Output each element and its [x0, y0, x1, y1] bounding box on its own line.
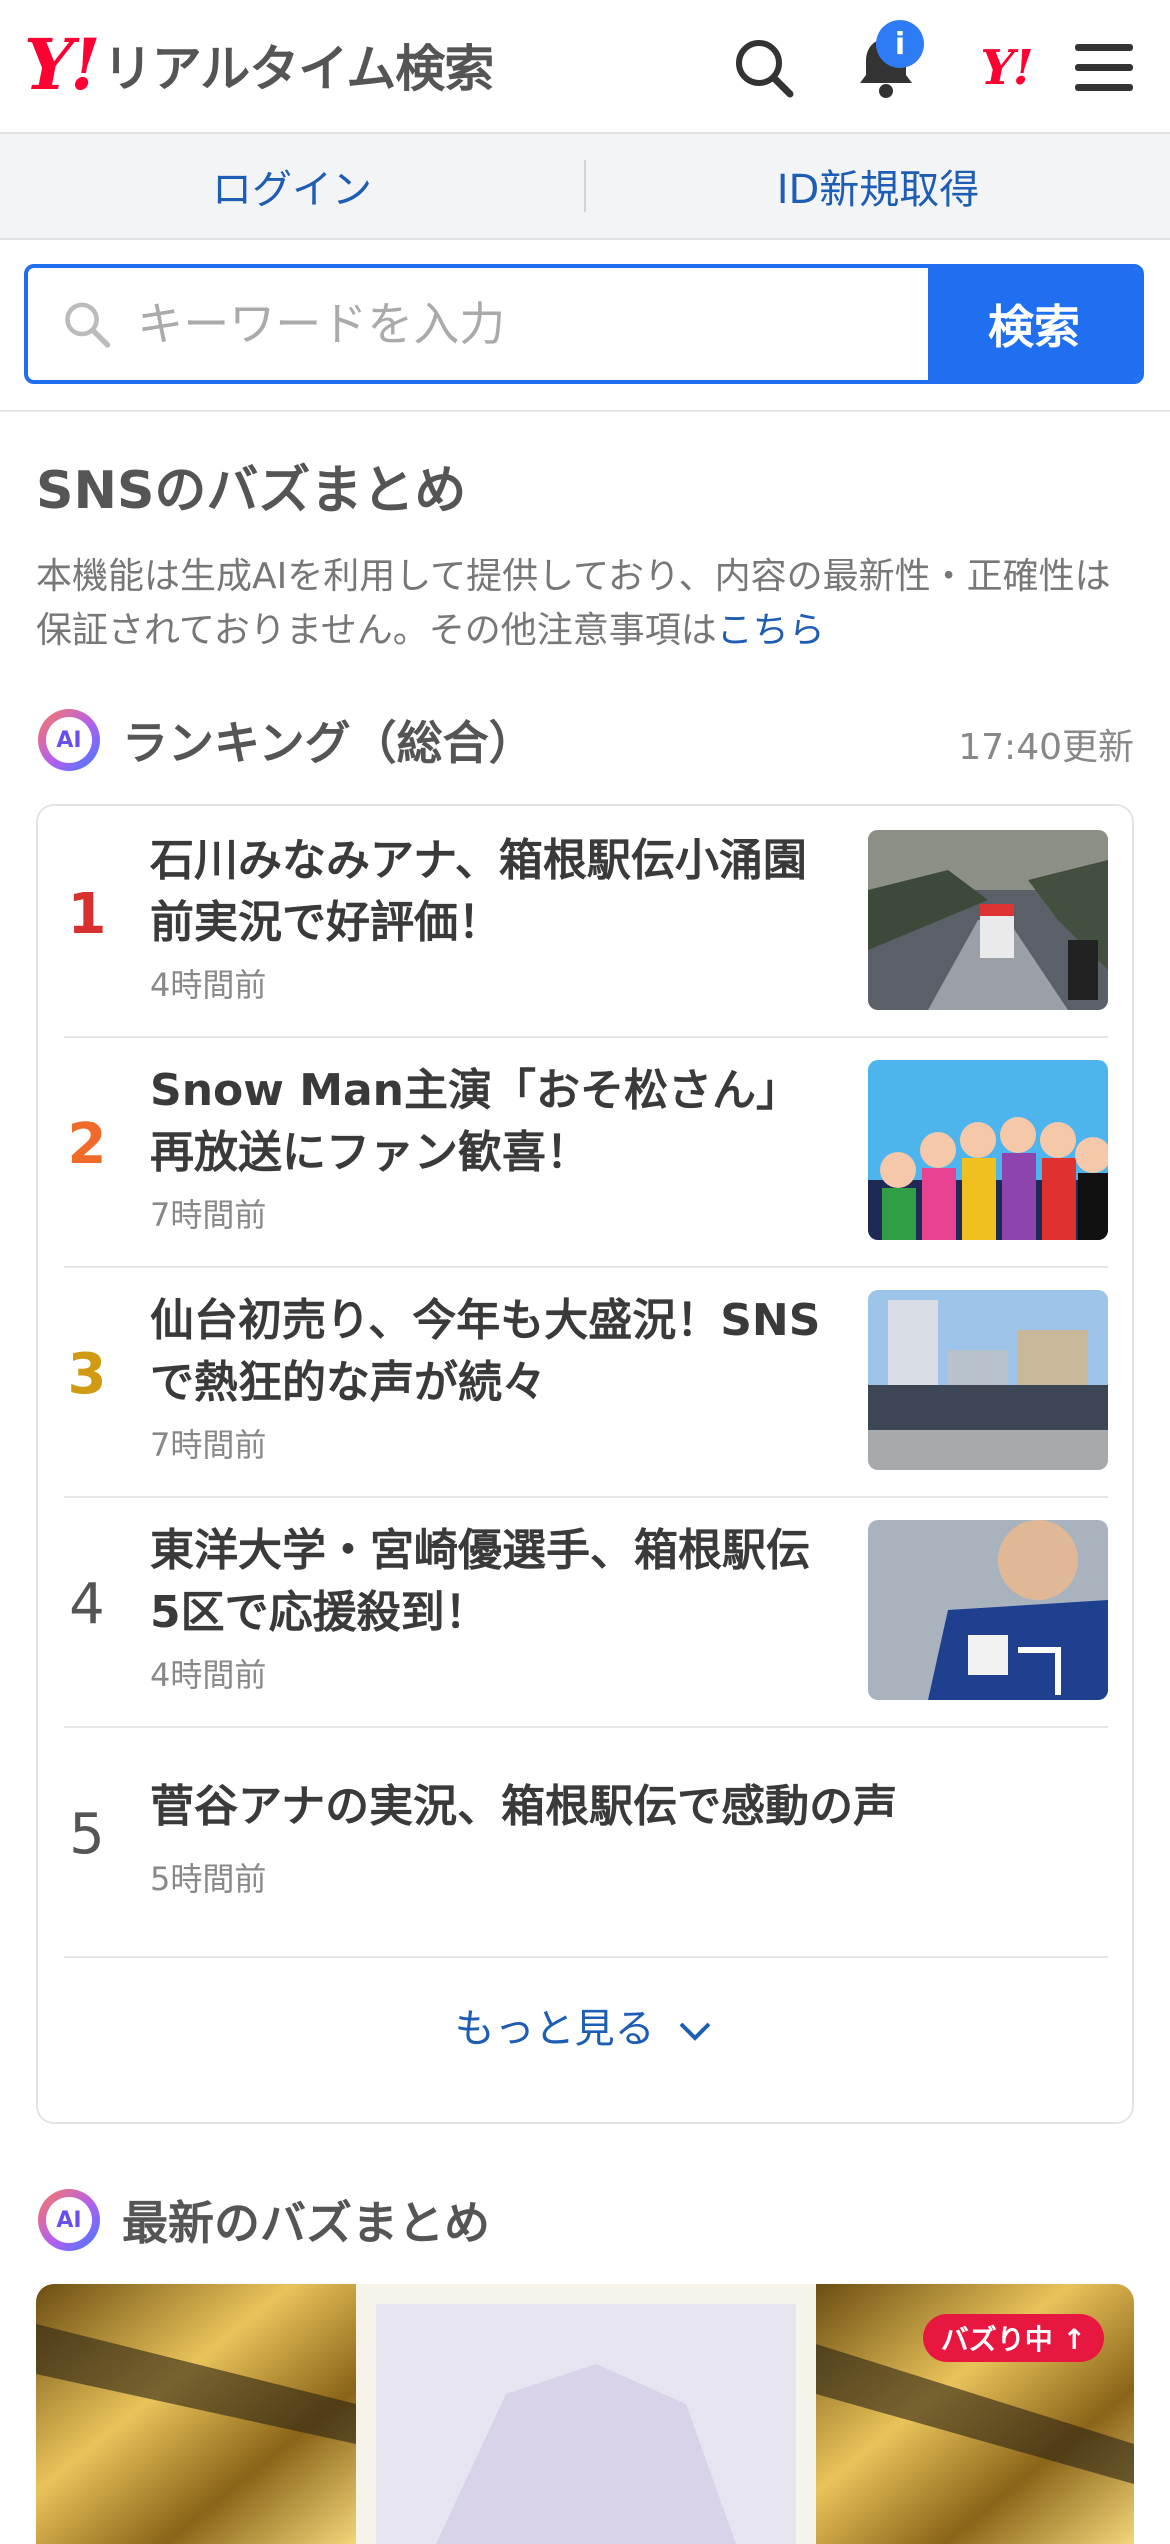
ranking-title: ランキング（総合） [122, 716, 535, 770]
item-time: 4時間前 [150, 966, 267, 1004]
ai-notice: 本機能は生成AIを利用して提供しており、内容の最新性・正確性は保証されておりませ… [36, 550, 1136, 658]
section-title: SNSのバズまとめ [36, 461, 467, 521]
ranking-item-5[interactable]: 5 菅谷アナの実況、箱根駅伝で感動の声 5時間前 [64, 1726, 1108, 1958]
show-more-label: もっと見る [454, 2006, 655, 2052]
latest-title: 最新のバズまとめ [122, 2196, 490, 2250]
logo-mark: Y! [24, 23, 101, 106]
logo-text: リアルタイム検索 [102, 40, 494, 98]
ranking-header: AI ランキング（総合） [38, 700, 535, 780]
search-button[interactable]: 検索 [928, 268, 1140, 380]
yahoo-japan-icon[interactable]: Y! [966, 28, 1046, 108]
ai-icon: AI [38, 2189, 100, 2251]
ranking-item-1[interactable]: 1 石川みなみアナ、箱根駅伝小涌園前実況で好評価！ 4時間前 [64, 806, 1108, 1038]
auth-bar: ログイン ID新規取得 [0, 134, 1170, 240]
notice-link[interactable]: こちら [717, 610, 825, 651]
search-field[interactable] [28, 268, 928, 380]
ranking-item-2[interactable]: 2 Snow Man主演「おそ松さん」再放送にファン歓喜！ 7時間前 [64, 1036, 1108, 1268]
buzz-badge-label: バズり中 [940, 2323, 1053, 2356]
rank-number: 5 [69, 1802, 105, 1867]
login-link[interactable]: ログイン [0, 134, 584, 238]
ai-icon-label: AI [46, 717, 92, 763]
latest-banner-image[interactable]: バズり中 ↑ [36, 2284, 1134, 2544]
rank-number: 3 [67, 1342, 107, 1407]
item-title: 東洋大学・宮崎優選手、箱根駅伝5区で応援殺到！ [150, 1525, 810, 1638]
bell-icon[interactable]: i [846, 20, 926, 108]
yahoo-mark: Y! [980, 40, 1033, 96]
updated-time: 17:40更新 [958, 727, 1134, 768]
notice-text: 本機能は生成AIを利用して提供しており、内容の最新性・正確性は保証されておりませ… [36, 556, 1111, 651]
rank-number: 4 [69, 1572, 105, 1637]
item-time: 4時間前 [150, 1656, 267, 1694]
app-header: Y! リアルタイム検索 i Y! [0, 0, 1170, 134]
item-time: 7時間前 [150, 1426, 267, 1464]
ai-icon: AI [38, 709, 100, 771]
ranking-card: 1 石川みなみアナ、箱根駅伝小涌園前実況で好評価！ 4時間前 2 Snow Ma… [36, 804, 1134, 2124]
signup-link[interactable]: ID新規取得 [586, 134, 1170, 238]
rank-number: 2 [67, 1112, 107, 1177]
item-title: 石川みなみアナ、箱根駅伝小涌園前実況で好評価！ [150, 835, 807, 948]
search-box: 検索 [24, 264, 1144, 384]
rank-number: 1 [67, 882, 107, 947]
show-more-button[interactable]: もっと見る [38, 1996, 1132, 2054]
item-title: 菅谷アナの実況、箱根駅伝で感動の声 [150, 1781, 898, 1832]
buzz-badge: バズり中 ↑ [922, 2314, 1104, 2362]
item-title: Snow Man主演「おそ松さん」再放送にファン歓喜！ [150, 1065, 801, 1178]
item-time: 5時間前 [150, 1860, 267, 1898]
yahoo-realtime-logo[interactable]: Y! リアルタイム検索 [24, 23, 494, 106]
ranking-item-4[interactable]: 4 東洋大学・宮崎優選手、箱根駅伝5区で応援殺到！ 4時間前 [64, 1496, 1108, 1728]
thumbnail-image [868, 1060, 1108, 1240]
item-title: 仙台初売り、今年も大盛況！SNSで熱狂的な声が続々 [150, 1295, 821, 1408]
thumbnail-image [868, 1520, 1108, 1700]
chevron-down-icon [679, 2022, 711, 2041]
search-input[interactable] [135, 296, 928, 352]
ai-icon-label: AI [46, 2197, 92, 2243]
section-divider [0, 410, 1170, 412]
search-icon[interactable] [724, 28, 804, 108]
thumbnail-image [868, 1290, 1108, 1470]
search-field-icon [65, 302, 111, 348]
hamburger-menu-icon[interactable] [1064, 28, 1144, 108]
item-time: 7時間前 [150, 1196, 267, 1234]
thumbnail-image [868, 830, 1108, 1010]
ranking-item-3[interactable]: 3 仙台初売り、今年も大盛況！SNSで熱狂的な声が続々 7時間前 [64, 1266, 1108, 1498]
latest-header: AI 最新のバズまとめ [38, 2180, 490, 2260]
notification-badge: i [876, 20, 924, 68]
